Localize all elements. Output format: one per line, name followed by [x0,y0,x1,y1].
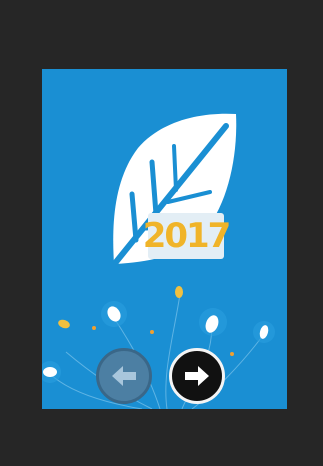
next-button[interactable] [169,348,225,404]
slide-viewer: 2017 [0,0,323,466]
slide-panel: 2017 [42,69,287,409]
year-badge: 2017 [143,213,231,259]
arrow-right-icon [185,366,209,386]
previous-button[interactable] [96,348,152,404]
arrow-left-icon [112,366,136,386]
decorative-leaves [42,286,275,409]
